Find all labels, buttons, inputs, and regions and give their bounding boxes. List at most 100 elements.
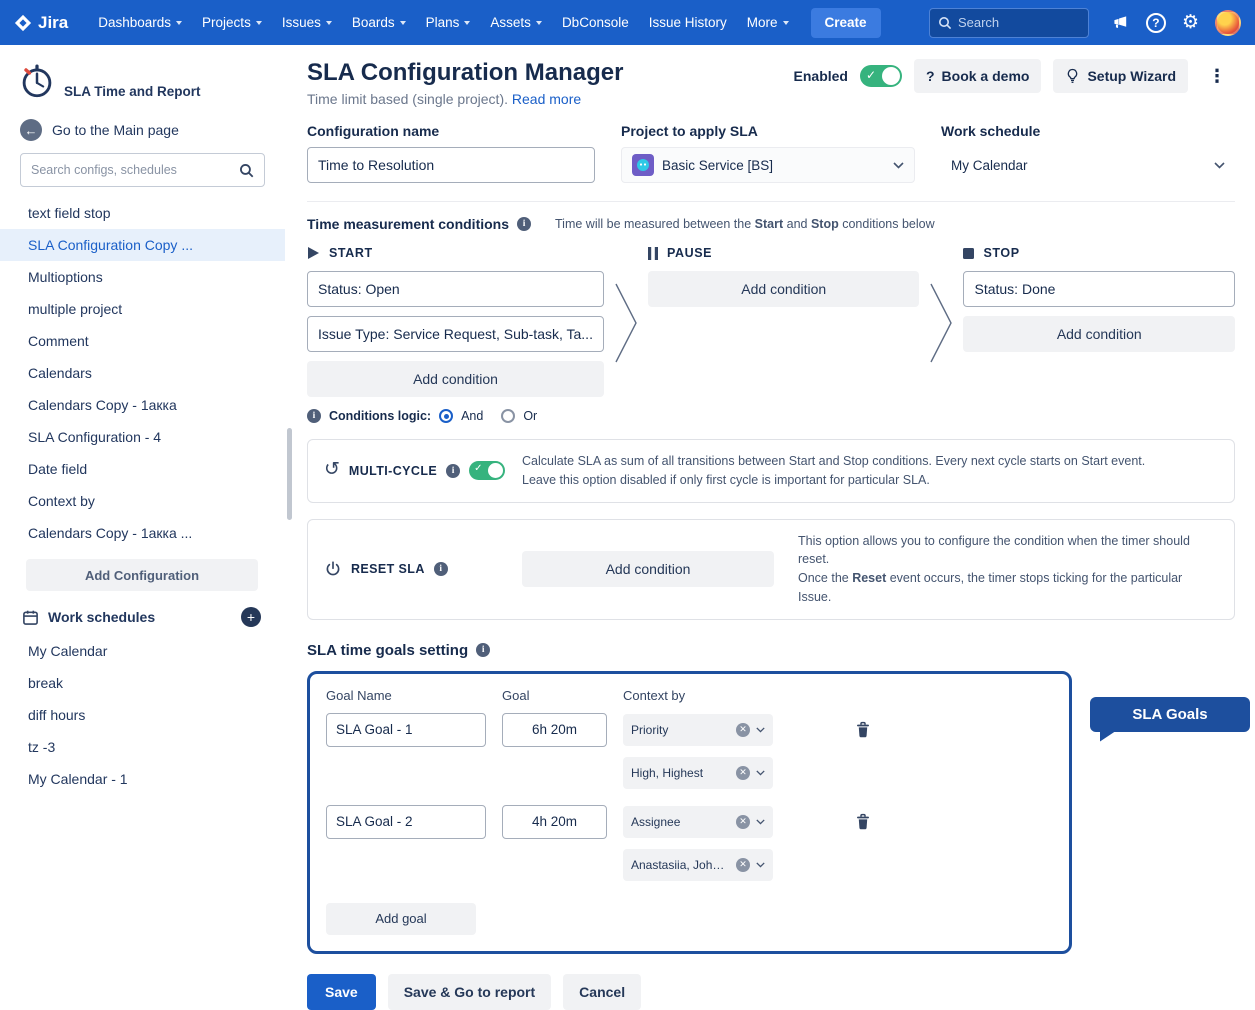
context-field-select[interactable]: Priority ✕ xyxy=(623,714,773,746)
add-schedule-button[interactable]: + xyxy=(241,607,261,627)
schedule-item[interactable]: break xyxy=(0,667,285,699)
back-to-main-link[interactable]: ← Go to the Main page xyxy=(0,111,285,151)
clear-icon[interactable]: ✕ xyxy=(736,723,750,737)
goals-header-row: Goal Name Goal Context by xyxy=(326,688,1053,703)
delete-goal-button[interactable] xyxy=(851,810,875,834)
jira-logo[interactable]: Jira xyxy=(14,13,68,33)
info-icon[interactable]: i xyxy=(434,562,448,576)
context-values-select[interactable]: Anastasiia, John Smit... ✕ xyxy=(623,849,773,881)
sidebar-search[interactable] xyxy=(20,153,265,187)
reset-add-condition-button[interactable]: Add condition xyxy=(522,551,774,587)
cancel-button[interactable]: Cancel xyxy=(563,974,641,1010)
clear-icon[interactable]: ✕ xyxy=(736,766,750,780)
nav-assets[interactable]: Assets xyxy=(482,9,550,36)
info-icon[interactable]: i xyxy=(476,643,490,657)
nav-dbconsole[interactable]: DbConsole xyxy=(554,9,637,36)
topnav-search-input[interactable] xyxy=(958,15,1068,30)
info-icon[interactable]: i xyxy=(517,217,531,231)
nav-projects[interactable]: Projects xyxy=(194,9,270,36)
question-icon: ? xyxy=(926,68,935,84)
delete-goal-button[interactable] xyxy=(851,718,875,742)
config-item[interactable]: Calendars xyxy=(0,357,285,389)
save-button[interactable]: Save xyxy=(307,974,376,1010)
topnav-search[interactable] xyxy=(929,8,1089,38)
schedule-item[interactable]: diff hours xyxy=(0,699,285,731)
add-configuration-button[interactable]: Add Configuration xyxy=(26,559,258,591)
clear-icon[interactable]: ✕ xyxy=(736,815,750,829)
user-avatar[interactable] xyxy=(1215,10,1241,36)
clear-icon[interactable]: ✕ xyxy=(736,858,750,872)
add-goal-button[interactable]: Add goal xyxy=(326,903,476,935)
start-add-condition-button[interactable]: Add condition xyxy=(307,361,604,397)
work-schedules-header: Work schedules + xyxy=(0,591,285,635)
save-go-report-button[interactable]: Save & Go to report xyxy=(388,974,551,1010)
project-avatar-icon xyxy=(632,154,654,176)
play-icon xyxy=(307,246,320,260)
multi-cycle-toggle[interactable]: ✓ xyxy=(469,461,505,480)
announcement-icon[interactable] xyxy=(1111,13,1130,32)
goal-value-input[interactable] xyxy=(502,805,607,839)
chevron-down-icon xyxy=(256,21,262,25)
goal-name-input[interactable] xyxy=(326,805,486,839)
nav-issue-history[interactable]: Issue History xyxy=(641,9,735,36)
book-demo-button[interactable]: ? Book a demo xyxy=(914,59,1041,93)
pause-add-condition-button[interactable]: Add condition xyxy=(648,271,920,307)
config-item[interactable]: multiple project xyxy=(0,293,285,325)
goal-value-input[interactable] xyxy=(502,713,607,747)
schedule-list: My Calendar break diff hours tz -3 My Ca… xyxy=(0,635,285,795)
search-icon xyxy=(938,16,952,30)
reset-description: This option allows you to configure the … xyxy=(798,532,1218,607)
context-field-select[interactable]: Assignee ✕ xyxy=(623,806,773,838)
schedule-item[interactable]: My Calendar - 1 xyxy=(0,763,285,795)
context-values-select[interactable]: High, Highest ✕ xyxy=(623,757,773,789)
config-item[interactable]: Multioptions xyxy=(0,261,285,293)
conditions-logic-row: i Conditions logic: And Or xyxy=(307,409,1235,423)
chevron-down-icon xyxy=(326,21,332,25)
more-options-button[interactable]: ⋮ xyxy=(1200,62,1235,91)
info-icon[interactable]: i xyxy=(446,464,460,478)
help-icon[interactable]: ? xyxy=(1146,13,1166,33)
config-item[interactable]: Context by xyxy=(0,485,285,517)
config-item[interactable]: Date field xyxy=(0,453,285,485)
enabled-toggle[interactable]: ✓ xyxy=(860,65,902,87)
power-icon xyxy=(324,560,342,578)
config-item[interactable]: Calendars Copy - 1акка ... xyxy=(0,517,285,549)
reset-sla-box: RESET SLA i Add condition This option al… xyxy=(307,519,1235,620)
work-schedule-select[interactable]: My Calendar xyxy=(941,147,1235,183)
config-item[interactable]: text field stop xyxy=(0,197,285,229)
config-name-input[interactable] xyxy=(307,147,595,183)
sidebar-scrollbar[interactable] xyxy=(287,428,292,520)
nav-dashboards[interactable]: Dashboards xyxy=(90,9,190,36)
stop-condition[interactable]: Status: Done xyxy=(963,271,1235,307)
logic-and-radio[interactable] xyxy=(439,409,453,423)
nav-more[interactable]: More xyxy=(739,9,797,36)
schedule-item[interactable]: tz -3 xyxy=(0,731,285,763)
read-more-link[interactable]: Read more xyxy=(512,91,581,107)
chevron-down-icon xyxy=(756,770,765,776)
calendar-icon xyxy=(22,609,39,626)
config-item-selected[interactable]: SLA Configuration Copy ... xyxy=(0,229,285,261)
start-condition[interactable]: Issue Type: Service Request, Sub-task, T… xyxy=(307,316,604,352)
config-item[interactable]: Comment xyxy=(0,325,285,357)
create-button[interactable]: Create xyxy=(811,8,881,38)
goal-row-1-context-values: High, Highest ✕ xyxy=(326,757,1053,789)
nav-boards[interactable]: Boards xyxy=(344,9,414,36)
conditions-section-header: Time measurement conditions i Time will … xyxy=(307,216,1235,232)
nav-issues[interactable]: Issues xyxy=(274,9,340,36)
sidebar-search-input[interactable] xyxy=(31,163,231,177)
info-icon[interactable]: i xyxy=(307,409,321,423)
config-item[interactable]: Calendars Copy - 1акка xyxy=(0,389,285,421)
gear-icon[interactable]: ⚙ xyxy=(1182,13,1199,32)
setup-wizard-button[interactable]: Setup Wizard xyxy=(1053,59,1188,93)
stop-add-condition-button[interactable]: Add condition xyxy=(963,316,1235,352)
schedule-item[interactable]: My Calendar xyxy=(0,635,285,667)
config-item[interactable]: SLA Configuration - 4 xyxy=(0,421,285,453)
app-title: SLA Time and Report xyxy=(64,84,201,101)
goal-name-input[interactable] xyxy=(326,713,486,747)
start-condition[interactable]: Status: Open xyxy=(307,271,604,307)
logic-or-radio[interactable] xyxy=(501,409,515,423)
project-select[interactable]: Basic Service [BS] xyxy=(621,147,915,183)
chevron-down-icon xyxy=(400,21,406,25)
chevron-right-separator-icon xyxy=(919,246,963,397)
nav-plans[interactable]: Plans xyxy=(418,9,479,36)
